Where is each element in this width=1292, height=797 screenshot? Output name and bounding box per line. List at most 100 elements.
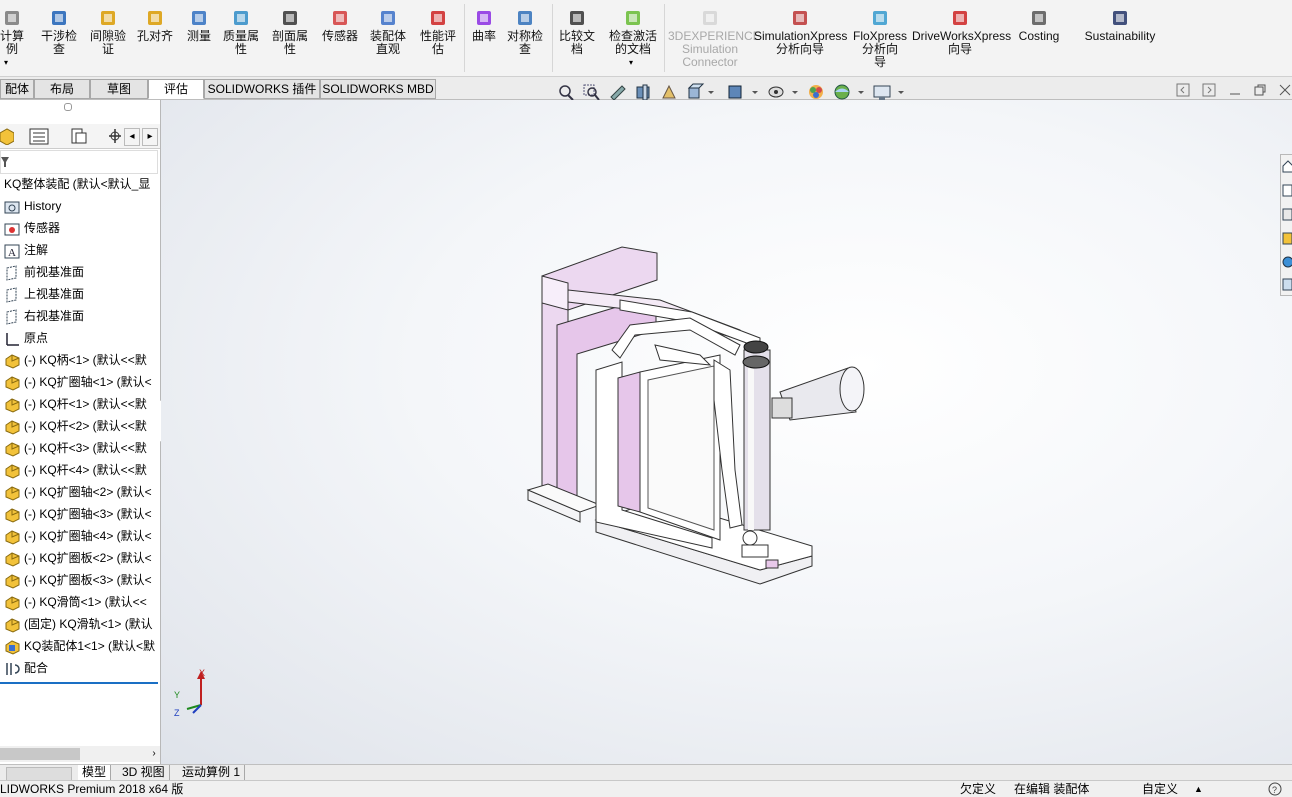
design-library-icon[interactable] [1282,183,1292,197]
ribbon-button-label: 质量属 性 [222,29,259,56]
tree-item-row[interactable]: 原点 [0,328,158,349]
scroll-right-arrow[interactable]: › [148,746,160,762]
assembly-model[interactable] [161,100,1292,764]
close-icon[interactable] [1278,83,1292,97]
ribbon-button-interference-check[interactable]: 干涉检 查 [36,4,82,70]
filter-box[interactable] [0,150,158,174]
tree-item-row[interactable]: 前视基准面 [0,262,158,283]
tab-motion-study-1[interactable]: 运动算例 1 [178,765,246,780]
view-settings-icon[interactable] [872,83,906,101]
tree-component-row[interactable]: (-) KQ扩圈板<2> (默认< [0,548,158,569]
ribbon-button-symmetry-check[interactable]: 对称检 查 [502,4,548,70]
calculator-icon [5,11,19,25]
appearances-icon[interactable] [1282,255,1292,269]
ribbon-button-curvature[interactable]: 曲率 [468,4,500,70]
tree-item-row[interactable]: 上视基准面 [0,284,158,305]
tree-component-row[interactable]: (-) KQ扩圈轴<4> (默认< [0,526,158,547]
custom-properties-icon[interactable] [1282,277,1292,291]
tree-component-row[interactable]: (-) KQ杆<4> (默认<<默 [0,460,158,481]
ribbon-button-floxpress[interactable]: FloXpress 分析向 导 [850,4,910,70]
zoom-to-area-icon[interactable] [582,83,602,101]
hide-show-items-icon[interactable] [766,83,800,101]
ribbon-button-assembly-visualization[interactable]: 装配体 直观 [364,4,412,70]
dimxpert-tab-icon[interactable] [106,127,124,145]
tree-component-row[interactable]: (-) KQ扩圈轴<2> (默认< [0,482,158,503]
dynamic-annotation-icon[interactable] [660,83,680,101]
tree-component-row[interactable]: (-) KQ扩圈板<3> (默认< [0,570,158,591]
tab-scroll-left-button[interactable]: ◂ [124,128,140,146]
units-selector[interactable]: 自定义 [1142,781,1178,797]
previous-view-icon[interactable] [608,83,628,101]
tree-item-label: (-) KQ扩圈轴<1> (默认< [24,375,152,389]
edit-appearance-icon[interactable] [806,83,828,101]
tree-root-assembly[interactable]: KQ整体装配 (默认<默认_显 [0,174,162,195]
tab-layout[interactable]: 布局 [34,79,90,99]
view-orientation-icon[interactable] [686,83,716,101]
tree-component-row[interactable]: KQ装配体1<1> (默认<默 [0,636,158,657]
ribbon-button-costing[interactable]: Costing [1012,4,1066,70]
calculator-dropdown-icon[interactable]: ▾ [4,58,8,67]
solidworks-resources-icon[interactable] [1282,159,1292,173]
ribbon-button-mass-properties[interactable]: 质量属 性 [218,4,264,70]
property-manager-tab-icon[interactable] [28,127,50,145]
tree-component-row[interactable]: (-) KQ滑筒<1> (默认<< [0,592,158,613]
ribbon-separator [464,4,465,72]
tree-component-row[interactable]: (-) KQ扩圈轴<1> (默认< [0,372,158,393]
view-palette-icon[interactable] [1282,231,1292,245]
rollback-bar[interactable] [0,682,158,684]
tab-scroll-right-button[interactable]: ▸ [142,128,158,146]
apply-scene-icon[interactable] [832,83,866,101]
ribbon-button-driveworksxpress[interactable]: DriveWorksXpress 向导 [912,4,1011,70]
ribbon-button-compare-documents[interactable]: 比较文 档 [554,4,600,70]
tree-component-row[interactable]: (-) KQ杆<2> (默认<<默 [0,416,158,437]
tree-item-row[interactable]: A 注解 [0,240,158,261]
tab-navigation-arrows[interactable] [6,767,72,781]
tab-3d-views[interactable]: 3D 视图 [118,765,170,780]
section-view-icon[interactable] [634,83,654,101]
ribbon-button-sensor[interactable]: 传感器 [316,4,364,70]
tab-sketch[interactable]: 草图 [90,79,148,99]
configuration-manager-tab-icon[interactable] [68,127,90,145]
tree-component-row[interactable]: (-) KQ杆<3> (默认<<默 [0,438,158,459]
ribbon-button-clearance-verification[interactable]: 间隙验 证 [86,4,130,70]
tree-item-row[interactable]: 配合 [0,658,158,679]
feature-manager-tab-icon[interactable] [0,127,14,145]
check-active-document-dropdown-icon[interactable]: ▾ [629,58,633,67]
tile-right-icon[interactable] [1202,83,1216,97]
zoom-to-fit-icon[interactable] [556,83,576,101]
ribbon-button-performance-evaluation[interactable]: 性能评 估 [414,4,462,70]
units-up-arrow[interactable]: ▲ [1194,781,1203,797]
tab-evaluate[interactable]: 评估 [148,79,204,99]
tab-assembly[interactable]: 配体 [0,79,34,99]
plane-icon [6,265,17,281]
restore-icon[interactable] [1253,83,1267,97]
ribbon-button-measure[interactable]: 测量 [182,4,216,70]
tab-solidworks-addins[interactable]: SOLIDWORKS 插件 [204,79,320,99]
horizontal-scrollbar[interactable]: › [0,746,160,762]
tab-solidworks-mbd[interactable]: SOLIDWORKS MBD [320,79,436,99]
ribbon-button-3dexperience[interactable]: 3DEXPERIENCE Simulation Connector [668,4,761,70]
ribbon-button-label: 检查激活 的文档 [608,29,657,56]
scrollbar-thumb[interactable] [0,748,80,760]
help-icon[interactable]: ? [1266,782,1284,796]
tree-component-row[interactable]: (-) KQ杆<1> (默认<<默 [0,394,158,415]
tree-component-row[interactable]: (固定) KQ滑轨<1> (默认 [0,614,158,635]
tile-left-icon[interactable] [1176,83,1190,97]
ribbon-button-hole-alignment[interactable]: 孔对齐 [134,4,176,70]
floxpress-icon [873,11,887,25]
minimize-icon[interactable] [1228,83,1242,97]
ribbon-button-sustainability[interactable]: Sustainability [1080,4,1160,70]
panel-splitter-handle[interactable] [64,103,72,111]
ribbon-button-simulationxpress[interactable]: SimulationXpress 分析向导 [754,4,847,70]
tree-item-row[interactable]: History [0,196,158,217]
tree-item-row[interactable]: 传感器 [0,218,158,239]
ribbon-button-section-properties[interactable]: 剖面属 性 [266,4,314,70]
display-style-icon[interactable] [726,83,760,101]
tree-component-row[interactable]: (-) KQ柄<1> (默认<<默 [0,350,158,371]
file-explorer-icon[interactable] [1282,207,1292,221]
graphics-area[interactable]: X Y Z [161,100,1292,764]
tree-component-row[interactable]: (-) KQ扩圈轴<3> (默认< [0,504,158,525]
measure-icon [192,11,206,25]
tab-model[interactable]: 模型 [78,765,112,780]
tree-item-row[interactable]: 右视基准面 [0,306,158,327]
